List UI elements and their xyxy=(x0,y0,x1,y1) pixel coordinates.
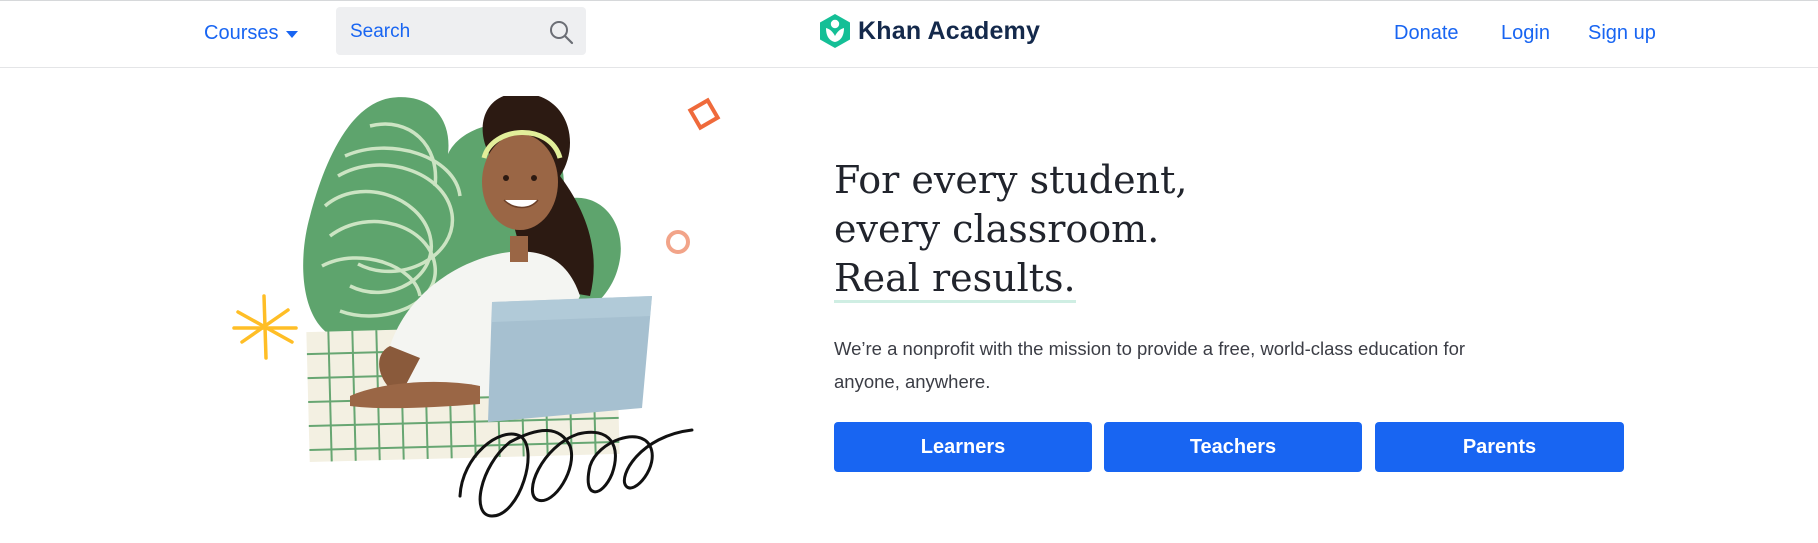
search-icon[interactable] xyxy=(548,19,574,45)
caret-down-icon xyxy=(286,31,299,38)
teachers-button[interactable]: Teachers xyxy=(1104,422,1362,472)
login-link[interactable]: Login xyxy=(1501,19,1550,47)
learners-button[interactable]: Learners xyxy=(834,422,1092,472)
khan-academy-logo-icon xyxy=(820,14,850,48)
search-input[interactable] xyxy=(348,7,542,57)
signup-link[interactable]: Sign up xyxy=(1588,19,1656,47)
hero-headline: For every student, every classroom. Real… xyxy=(834,156,1354,303)
headline-line-2: every classroom. xyxy=(834,207,1160,251)
parents-button[interactable]: Parents xyxy=(1375,422,1624,472)
headline-line-1: For every student, xyxy=(834,158,1188,202)
courses-menu-button[interactable]: Courses xyxy=(204,19,299,47)
hero-illustration xyxy=(232,96,721,518)
yellow-sparkle-shape xyxy=(232,294,298,360)
hero-subtext: We’re a nonprofit with the mission to pr… xyxy=(834,338,1466,392)
headline-line-3: Real results. xyxy=(834,256,1076,303)
courses-label: Courses xyxy=(204,21,279,44)
orange-ring-shape xyxy=(666,230,690,254)
donate-link[interactable]: Donate xyxy=(1394,19,1459,47)
khan-academy-logo[interactable]: Khan Academy xyxy=(818,13,1040,49)
search-box xyxy=(336,7,586,57)
logo-text: Khan Academy xyxy=(858,16,1041,45)
orange-diamond-shape xyxy=(687,97,721,131)
top-navigation-bar: Courses Khan Academy Donate Login Sign u… xyxy=(0,0,1818,68)
